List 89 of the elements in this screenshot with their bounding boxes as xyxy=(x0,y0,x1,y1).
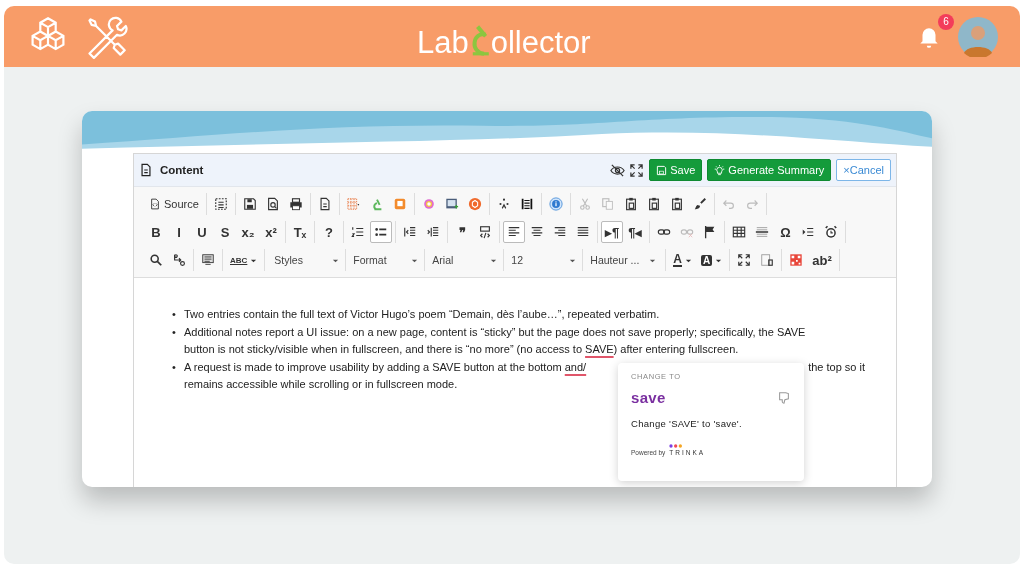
show-blocks-icon xyxy=(760,253,775,267)
bullet-marker: • xyxy=(172,359,177,375)
maximize-icon xyxy=(737,253,752,267)
bullet-text: the top so it xyxy=(808,359,866,375)
alarm-clock-icon xyxy=(824,225,839,239)
thumbs-down-icon[interactable] xyxy=(777,391,791,405)
bullet-marker: • xyxy=(172,307,177,322)
indent-icon xyxy=(426,225,440,239)
format-button[interactable]: ab² xyxy=(808,249,836,271)
dropdown[interactable]: Arial xyxy=(426,249,505,271)
text-color-button[interactable]: A xyxy=(669,249,696,271)
square-icon xyxy=(392,197,407,211)
bullet-text: SAVE xyxy=(585,342,614,357)
bullet-text: A request is made to improve usability by adding a SAVE button at the bottom xyxy=(184,359,563,375)
align-center-icon xyxy=(530,225,544,239)
horizontal-rule-icon xyxy=(755,225,770,239)
suggestion-replacement[interactable]: save xyxy=(631,388,666,408)
format-button[interactable]: Tₓ xyxy=(289,221,311,243)
format-button[interactable]: B xyxy=(145,221,167,243)
document-icon xyxy=(139,163,153,177)
suggestion-message: Change 'SAVE' to 'save'. xyxy=(631,418,743,430)
qr-code-icon xyxy=(789,253,804,267)
copy-icon xyxy=(600,197,615,211)
bullet-marker: • xyxy=(172,324,177,340)
brush-icon xyxy=(692,197,707,211)
select-all-icon xyxy=(213,197,228,211)
source-icon xyxy=(149,198,161,210)
undo-icon xyxy=(721,197,736,211)
clipboard-icon xyxy=(623,197,638,211)
format-button[interactable]: x₂ xyxy=(237,221,259,243)
generate-summary-button[interactable]: Generate Summary xyxy=(707,159,832,181)
expand-icon[interactable] xyxy=(629,162,645,178)
align-right-icon xyxy=(553,225,567,239)
color-wheel-icon xyxy=(421,197,436,211)
eye-slash-icon[interactable] xyxy=(610,162,626,178)
outdent-icon xyxy=(403,225,417,239)
clipboard-icon xyxy=(669,197,684,211)
image-icon xyxy=(444,197,459,211)
info-icon xyxy=(548,197,563,211)
bullet-text: button is not sticky/visible when in fullscreen, and there is “no more” (no access to xyxy=(184,342,584,357)
bulleted-list-icon xyxy=(374,225,388,239)
replace-icon xyxy=(172,253,186,267)
format-button[interactable]: I xyxy=(168,221,190,243)
numbered-list-icon xyxy=(351,225,365,239)
table-grid-icon xyxy=(346,197,361,211)
dropdown[interactable]: 12 xyxy=(505,249,584,271)
printer-icon xyxy=(288,197,303,211)
logo-text: ollector xyxy=(490,26,591,60)
cancel-button[interactable]: ×Cancel xyxy=(836,159,891,181)
bullet-text: ) after entering fullscreen. xyxy=(613,342,739,357)
notification-badge: 6 xyxy=(938,13,954,30)
format-button[interactable]: ¶◂ xyxy=(624,221,647,243)
source-button[interactable]: Source xyxy=(145,193,203,215)
bullet-text: remains accessible while scrolling or in fullscreen mode. xyxy=(184,377,458,392)
scissors-icon xyxy=(577,197,592,211)
format-button[interactable]: ▸¶ xyxy=(601,221,624,243)
dropdown[interactable]: Hauteur ... xyxy=(584,249,663,271)
logo-text: Lab xyxy=(417,26,469,60)
format-button[interactable]: S xyxy=(214,221,236,243)
lightbulb-icon xyxy=(714,164,726,176)
format-button[interactable]: Ω xyxy=(774,221,797,243)
document-icon xyxy=(317,197,332,211)
div-icon xyxy=(478,225,492,239)
page-break-icon xyxy=(519,197,534,211)
bulleted-list-button[interactable] xyxy=(370,221,392,243)
background-color-button[interactable]: A xyxy=(697,249,727,271)
editor-title: Content xyxy=(160,164,204,176)
save-button[interactable]: Save xyxy=(649,159,703,181)
format-button[interactable]: ❞ xyxy=(451,221,473,243)
justify-icon xyxy=(576,225,590,239)
search-icon xyxy=(149,253,163,267)
table-icon xyxy=(732,225,747,239)
format-button[interactable]: ? xyxy=(318,221,340,243)
preview-icon xyxy=(265,197,280,211)
align-left-icon xyxy=(507,225,521,239)
dropdown[interactable]: Styles xyxy=(268,249,347,271)
indent-list-icon xyxy=(801,225,816,239)
align-left-button[interactable] xyxy=(503,221,525,243)
badge-icon xyxy=(467,197,482,211)
format-button[interactable]: U xyxy=(191,221,213,243)
bullet-text: Two entries contain the full text of Victor Hugo’s poem “Demain, dès l’aube…”, repeated verbatim. xyxy=(184,307,660,322)
format-button[interactable]: x² xyxy=(260,221,282,243)
redo-icon xyxy=(744,197,759,211)
bullet-text: Additional notes report a UI issue: on a new page, content is “sticky” but the page does not save properly; specifically, the SAVE xyxy=(184,324,806,340)
bullet-text: and/ xyxy=(564,359,587,375)
paragraph-format-icon xyxy=(201,253,215,267)
spellcheck-button[interactable]: ABC xyxy=(226,249,262,271)
dropdown[interactable]: Format xyxy=(347,249,426,271)
clipboard-icon xyxy=(646,197,661,211)
